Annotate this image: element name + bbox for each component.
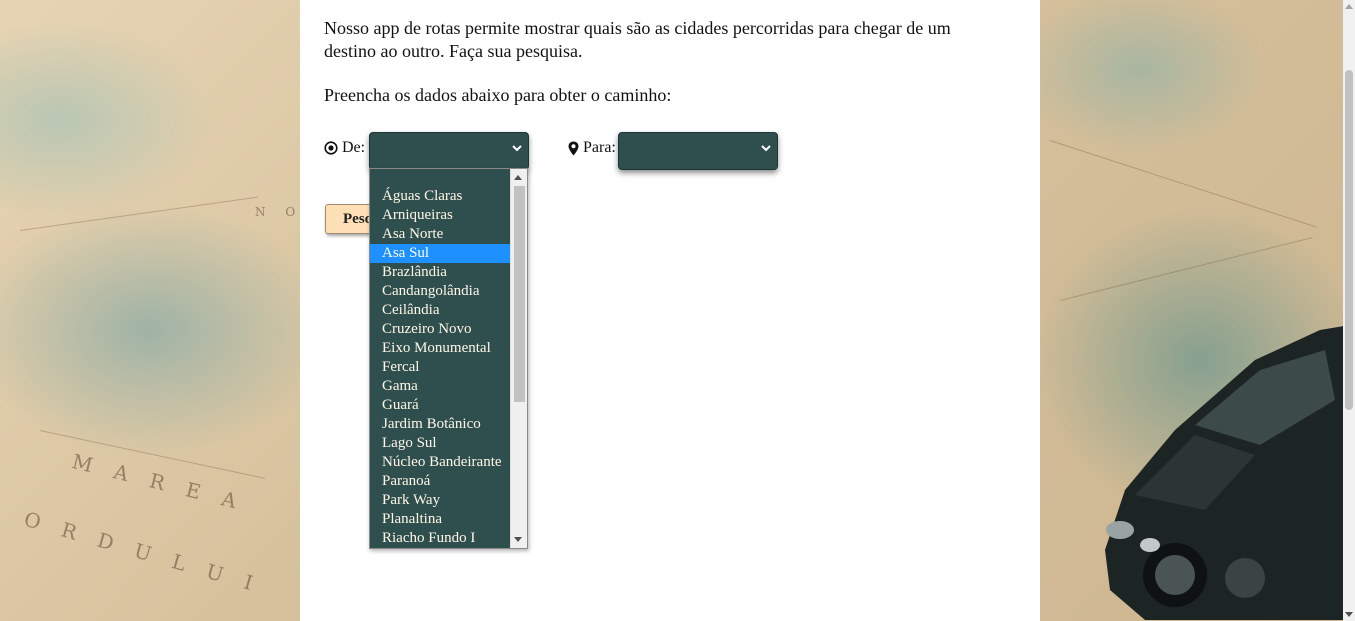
option-item[interactable]: Jardim Botânico [370, 415, 511, 434]
option-item[interactable]: Park Way [370, 491, 511, 510]
scroll-up-arrow-icon[interactable] [514, 175, 522, 180]
option-item[interactable]: Planaltina [370, 510, 511, 529]
option-item[interactable]: Núcleo Bandeirante [370, 453, 511, 472]
chevron-down-icon [512, 145, 522, 152]
map-route-line [1049, 140, 1317, 228]
page-scroll-thumb[interactable] [1345, 70, 1353, 410]
map-route-line [1059, 237, 1313, 301]
to-select[interactable] [618, 132, 778, 170]
from-options-dropdown[interactable]: Águas Claras Arniqueiras Asa Norte Asa S… [369, 168, 528, 549]
scroll-down-arrow-icon[interactable] [1345, 612, 1353, 617]
option-item[interactable]: Candangolândia [370, 282, 511, 301]
to-label-text: Para: [583, 139, 616, 156]
scroll-up-arrow-icon[interactable] [1345, 4, 1353, 9]
dropdown-scroll-thumb[interactable] [514, 186, 525, 402]
option-item[interactable]: Asa Norte [370, 225, 511, 244]
option-item[interactable]: Lago Sul [370, 434, 511, 453]
map-label-no: N O [255, 205, 304, 219]
option-item[interactable]: Arniqueiras [370, 206, 511, 225]
intro-text: Nosso app de rotas permite mostrar quais… [324, 18, 951, 61]
from-select[interactable] [369, 132, 529, 170]
option-item[interactable]: Fercal [370, 358, 511, 377]
option-item[interactable]: Paranoá [370, 472, 511, 491]
option-item-highlighted[interactable]: Asa Sul [370, 244, 511, 263]
form-prompt: Preencha os dados abaixo para obter o ca… [324, 85, 672, 105]
option-item[interactable]: Cruzeiro Novo [370, 320, 511, 339]
target-icon [324, 141, 338, 155]
from-label: De: [324, 139, 365, 157]
option-item[interactable]: Guará [370, 396, 511, 415]
option-item[interactable]: Gama [370, 377, 511, 396]
dropdown-scrollbar[interactable] [510, 169, 527, 548]
page-scrollbar[interactable] [1343, 0, 1355, 621]
map-pin-icon [568, 141, 579, 155]
option-item[interactable]: Riacho Fundo I [370, 529, 511, 548]
scroll-down-arrow-icon[interactable] [514, 537, 522, 542]
option-item[interactable]: Brazlândia [370, 263, 511, 282]
map-label-ordului: O R D U L U I [21, 506, 264, 598]
to-label: Para: [568, 139, 616, 157]
from-label-text: De: [342, 139, 366, 156]
option-item[interactable]: Ceilândia [370, 301, 511, 320]
toy-car-image [1105, 325, 1350, 620]
map-label-marea: M A R E A [69, 449, 247, 515]
option-item[interactable]: Águas Claras [370, 187, 511, 206]
option-item[interactable]: Eixo Monumental [370, 339, 511, 358]
map-route-line [19, 196, 258, 231]
options-list: Águas Claras Arniqueiras Asa Norte Asa S… [370, 169, 511, 548]
chevron-down-icon [761, 145, 771, 152]
